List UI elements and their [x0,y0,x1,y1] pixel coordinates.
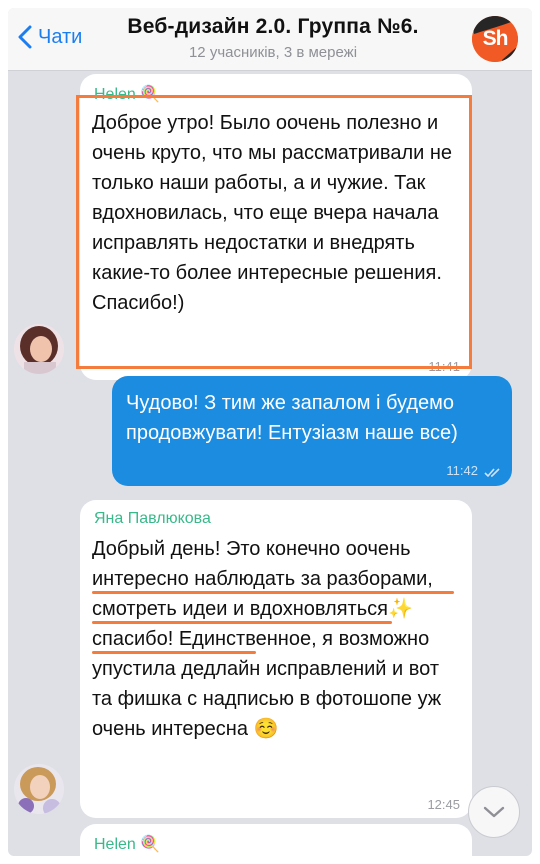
chevron-down-icon [483,806,505,818]
text-underline [92,591,454,594]
avatar[interactable] [14,324,64,374]
avatar-image [14,764,64,814]
chat-subtitle: 12 учасників, 3 в мережі [188,44,358,61]
avatar[interactable] [14,764,64,814]
message-sender[interactable]: Яна Павлюкова [94,510,211,528]
chat-header: Чати Веб-дизайн 2.0. Группа №6. 12 учасн… [8,8,532,71]
text-underline [92,651,256,654]
message-bubble-outgoing[interactable]: Чудово! З тим же запалом і будемо продов… [112,376,512,486]
avatar-image [14,324,64,374]
message-sender[interactable]: Helen 🍭 [94,834,160,854]
message-bubble[interactable]: Яна Павлюкова Добрый день! Это конечно о… [80,500,472,818]
text-underline [92,621,392,624]
message-text: Чудово! З тим же запалом і будемо продов… [126,392,458,444]
message-time: 12:45 [427,797,460,812]
double-check-icon [484,468,500,478]
message-text: Доброе утро! Было оочень полезно и очень… [92,112,453,314]
back-button[interactable]: Чати [18,22,82,52]
message-time: 11:42 [446,463,478,478]
message-bubble[interactable]: Helen 🍭 Доброе утро! Было оочень полезно… [80,74,472,380]
group-avatar-text: Sh [482,27,509,50]
message-text: Добрый день! Это конечно оочень интересн… [92,538,442,740]
chevron-left-icon [18,25,32,49]
message-sender[interactable]: Helen 🍭 [94,84,160,104]
message-bubble[interactable]: Helen 🍭 [80,824,472,856]
scroll-down-button[interactable] [468,786,520,838]
chat-window: Чати Веб-дизайн 2.0. Группа №6. 12 учасн… [8,8,532,856]
chat-title[interactable]: Веб-дизайн 2.0. Группа №6. [108,15,438,39]
message-time: 11:41 [428,359,460,374]
group-avatar[interactable]: Sh [472,16,518,62]
back-label: Чати [38,25,83,48]
